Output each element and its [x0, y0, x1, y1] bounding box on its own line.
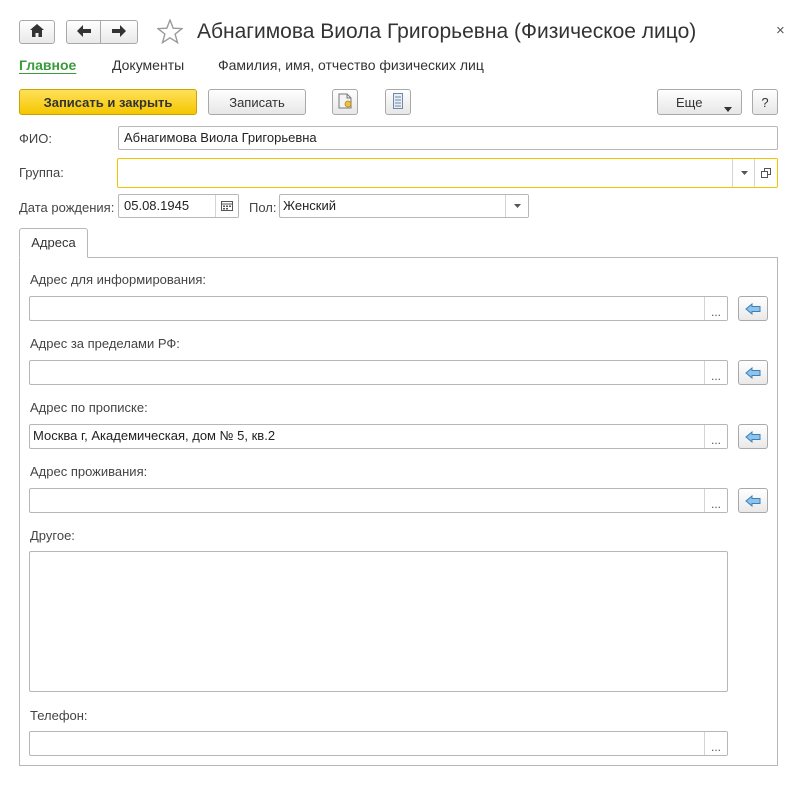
- forward-button[interactable]: [100, 20, 138, 44]
- tab-addresses[interactable]: Адреса: [19, 228, 88, 258]
- phone-input[interactable]: ...: [29, 731, 728, 756]
- report-button[interactable]: [385, 89, 411, 115]
- ellipsis-icon: ...: [710, 432, 721, 447]
- fio-input[interactable]: Абнагимова Виола Григорьевна: [118, 126, 778, 150]
- group-open-button[interactable]: [754, 159, 777, 187]
- caret-down-icon: [724, 100, 732, 115]
- registration-address-fill-button[interactable]: [738, 424, 768, 449]
- fill-address-arrow-icon: [745, 302, 761, 315]
- home-button[interactable]: [19, 20, 55, 44]
- abroad-address-select-button[interactable]: ...: [704, 361, 727, 384]
- other-label: Другое:: [30, 528, 75, 543]
- fill-address-arrow-icon: [745, 430, 761, 443]
- window-title: Абнагимова Виола Григорьевна (Физическое…: [197, 20, 697, 43]
- calendar-button[interactable]: [215, 195, 238, 217]
- arrow-right-icon: [112, 24, 126, 40]
- sex-value: Женский: [283, 198, 336, 213]
- phone-select-button[interactable]: ...: [704, 732, 727, 755]
- info-address-input[interactable]: ...: [29, 296, 728, 321]
- ellipsis-icon: ...: [710, 739, 721, 754]
- arrow-left-icon: [76, 24, 91, 40]
- phone-label: Телефон:: [30, 708, 88, 723]
- save-button[interactable]: Записать: [208, 89, 306, 115]
- residence-address-select-button[interactable]: ...: [704, 489, 727, 512]
- favorite-star-icon[interactable]: [156, 18, 184, 47]
- abroad-address-fill-button[interactable]: [738, 360, 768, 385]
- group-input[interactable]: [117, 158, 778, 188]
- other-textarea[interactable]: [29, 551, 728, 692]
- section-documents[interactable]: Документы: [112, 57, 184, 73]
- help-button[interactable]: ?: [752, 89, 778, 115]
- registration-address-label: Адрес по прописке:: [30, 400, 148, 415]
- home-icon: [30, 24, 44, 40]
- ellipsis-icon: ...: [710, 304, 721, 319]
- list-report-icon: [393, 92, 403, 112]
- sex-dropdown-button[interactable]: [505, 195, 528, 217]
- info-address-select-button[interactable]: ...: [704, 297, 727, 320]
- fill-address-arrow-icon: [745, 366, 761, 379]
- registration-address-value: Москва г, Академическая, дом № 5, кв.2: [33, 428, 276, 443]
- residence-address-fill-button[interactable]: [738, 488, 768, 513]
- more-label: Еще: [676, 94, 703, 110]
- calendar-icon: [221, 201, 233, 211]
- birth-date-label: Дата рождения:: [19, 200, 115, 215]
- more-button[interactable]: Еще: [657, 89, 742, 115]
- info-address-label: Адрес для информирования:: [30, 272, 206, 287]
- fio-label: ФИО:: [19, 131, 52, 146]
- birth-date-input[interactable]: 05.08.1945: [118, 194, 239, 218]
- group-dropdown-button[interactable]: [732, 159, 755, 187]
- registration-address-select-button[interactable]: ...: [704, 425, 727, 448]
- section-main[interactable]: Главное: [19, 57, 76, 73]
- abroad-address-input[interactable]: ...: [29, 360, 728, 385]
- info-address-fill-button[interactable]: [738, 296, 768, 321]
- birth-date-value: 05.08.1945: [124, 198, 190, 213]
- residence-address-input[interactable]: ...: [29, 488, 728, 513]
- open-window-icon: [761, 168, 771, 178]
- back-button[interactable]: [66, 20, 101, 44]
- residence-address-label: Адрес проживания:: [30, 464, 148, 479]
- related-documents-button[interactable]: [332, 89, 358, 115]
- sex-label: Пол:: [249, 200, 277, 215]
- sex-select[interactable]: Женский: [279, 194, 529, 218]
- fill-address-arrow-icon: [745, 494, 761, 507]
- caret-down-icon: [513, 204, 521, 208]
- ellipsis-icon: ...: [710, 496, 721, 511]
- ellipsis-icon: ...: [710, 368, 721, 383]
- section-full-names[interactable]: Фамилия, имя, отчество физических лиц: [218, 57, 484, 73]
- abroad-address-label: Адрес за пределами РФ:: [30, 336, 180, 351]
- save-and-close-button[interactable]: Записать и закрыть: [19, 89, 197, 115]
- group-label: Группа:: [19, 165, 64, 180]
- caret-down-icon: [740, 171, 748, 175]
- registration-address-input[interactable]: Москва г, Академическая, дом № 5, кв.2 .…: [29, 424, 728, 449]
- document-icon: [338, 93, 352, 112]
- close-icon[interactable]: ×: [776, 22, 785, 39]
